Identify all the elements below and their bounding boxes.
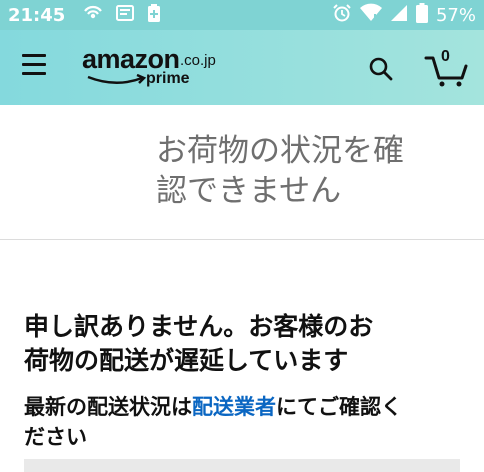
smile-arrow-icon [87,74,147,84]
page-title-line1: お荷物の状況を確 [156,133,404,169]
hamburger-line [22,72,46,75]
battery-saver-icon [147,3,161,28]
search-icon [369,57,393,81]
status-time: 21:45 [8,4,66,26]
hotspot-icon [83,3,103,28]
alarm-icon [332,3,352,28]
wifi-icon [359,3,382,28]
menu-button[interactable] [22,54,48,80]
cart-button[interactable]: 0 [424,48,468,88]
app-page: 21:45 57% amazon .co.jp prime 0 お荷物の状況を確… [0,0,484,472]
title-section: お荷物の状況を確 認できません [0,105,484,240]
tracking-panel [24,459,460,472]
search-button[interactable] [368,56,394,82]
delay-message-heading: 申し訳ありません。お客様のお 荷物の配送が遅延しています [24,310,464,378]
hamburger-line [22,63,46,66]
page-title: お荷物の状況を確 認できません [156,131,456,211]
battery-percent: 57% [435,4,476,26]
message-section: 申し訳ありません。お客様のお 荷物の配送が遅延しています 最新の配送状況は配送業… [0,240,484,472]
status-bar: 21:45 57% [0,0,484,30]
logo-prime: prime [146,70,190,87]
sub-text-before: 最新の配送状況は [24,395,192,419]
delay-heading-line1: 申し訳ありません。お客様のお [24,312,374,341]
status-right: 57% [332,2,484,28]
amazon-prime-logo[interactable]: amazon .co.jp prime [82,44,222,94]
screencast-icon [115,3,135,28]
hamburger-line [22,54,46,57]
carrier-link[interactable]: 配送業者 [192,395,276,419]
battery-icon [415,2,428,28]
sub-text-line2: ださい [24,425,87,449]
signal-icon [390,3,408,28]
status-left: 21:45 [0,3,161,28]
sub-text-after: にてご確認く [276,395,402,419]
logo-domain: .co.jp [180,52,216,69]
app-header: amazon .co.jp prime 0 [0,30,484,105]
delay-heading-line2: 荷物の配送が遅延しています [24,346,349,375]
page-title-line2: 認できません [156,173,342,209]
delay-message-sub: 最新の配送状況は配送業者にてご確認く ださい [24,392,464,452]
cart-count: 0 [441,48,450,65]
